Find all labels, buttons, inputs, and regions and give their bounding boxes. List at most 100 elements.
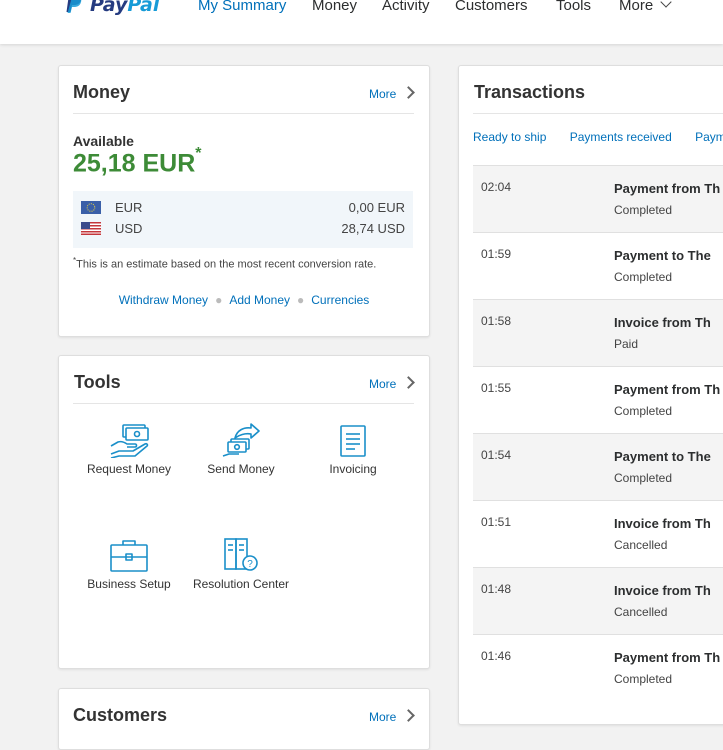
transaction-row[interactable]: 01:58 Invoice from Th Paid bbox=[473, 299, 723, 366]
transaction-time: 01:48 bbox=[481, 582, 512, 596]
transaction-row[interactable]: 01:55 Payment from Th Completed bbox=[473, 366, 723, 433]
transaction-status: Completed bbox=[614, 672, 673, 686]
money-card: Money More Available 25,18 EUR* EUR 0,00… bbox=[58, 65, 430, 337]
currency-row-eur: EUR 0,00 EUR bbox=[73, 198, 413, 218]
money-more-link[interactable]: More bbox=[369, 86, 416, 101]
nav-tools[interactable]: Tools bbox=[556, 0, 591, 14]
chevron-down-icon bbox=[660, 0, 672, 8]
briefcase-icon bbox=[110, 540, 148, 572]
chevron-right-icon bbox=[402, 376, 416, 389]
transaction-title: Payment from Th bbox=[614, 382, 721, 397]
currency-breakdown: EUR 0,00 EUR USD 28,74 USD bbox=[73, 191, 413, 248]
balance-asterisk: * bbox=[195, 145, 202, 162]
tool-business-setup[interactable]: Business Setup bbox=[73, 537, 185, 591]
customers-more-label: More bbox=[369, 710, 397, 724]
transaction-status: Cancelled bbox=[614, 538, 668, 552]
currency-value: 28,74 USD bbox=[341, 221, 405, 236]
tool-label: Resolution Center bbox=[192, 577, 290, 591]
tab-ready-to-ship[interactable]: Ready to ship bbox=[473, 130, 546, 144]
svg-text:?: ? bbox=[247, 559, 253, 570]
chevron-right-icon bbox=[402, 86, 416, 99]
withdraw-money-link[interactable]: Withdraw Money bbox=[119, 293, 208, 307]
transaction-title: Invoice from Th bbox=[614, 315, 711, 330]
transaction-row[interactable]: 02:04 Payment from Th Completed bbox=[473, 165, 723, 232]
transaction-status: Completed bbox=[614, 404, 673, 418]
divider bbox=[73, 113, 414, 114]
conversion-note-text: This is an estimate based on the most re… bbox=[76, 258, 377, 271]
transaction-row[interactable]: 01:54 Payment to The Completed bbox=[473, 433, 723, 500]
eu-flag-icon bbox=[81, 201, 101, 214]
invoice-icon bbox=[340, 425, 366, 457]
paypal-p-icon bbox=[66, 0, 84, 19]
transaction-title: Invoice from Th bbox=[614, 516, 711, 531]
transaction-title: Payment from Th bbox=[614, 650, 721, 665]
tool-request-money[interactable]: Request Money bbox=[73, 422, 185, 476]
tool-label: Invoicing bbox=[329, 462, 377, 476]
separator-dot: ● bbox=[297, 293, 305, 307]
transaction-status: Completed bbox=[614, 471, 673, 485]
nav-more[interactable]: More bbox=[619, 0, 672, 14]
nav-money[interactable]: Money bbox=[312, 0, 357, 14]
transaction-time: 01:58 bbox=[481, 314, 512, 328]
tool-send-money[interactable]: Send Money bbox=[185, 422, 297, 476]
paypal-wordmark: PayPal bbox=[90, 0, 159, 18]
transaction-time: 02:04 bbox=[481, 180, 512, 194]
transaction-title: Payment to The bbox=[614, 449, 711, 464]
logo-pal: Pal bbox=[127, 0, 160, 16]
send-money-icon bbox=[222, 423, 260, 457]
tools-more-label: More bbox=[369, 377, 397, 391]
add-money-link[interactable]: Add Money bbox=[229, 293, 290, 307]
money-card-title: Money bbox=[73, 82, 131, 102]
tool-label: Business Setup bbox=[87, 577, 171, 591]
currency-code: EUR bbox=[115, 200, 143, 215]
transaction-title: Payment to The bbox=[614, 248, 711, 263]
tool-label: Request Money bbox=[86, 462, 172, 476]
transaction-time: 01:51 bbox=[481, 515, 512, 529]
available-balance: 25,18 EUR* bbox=[73, 145, 202, 178]
transaction-status: Paid bbox=[614, 337, 639, 351]
transaction-status: Completed bbox=[614, 270, 673, 284]
tab-payments-received[interactable]: Payments received bbox=[570, 130, 672, 144]
transaction-status: Completed bbox=[614, 203, 673, 217]
nav-activity[interactable]: Activity bbox=[382, 0, 430, 14]
transaction-filter-tabs: Ready to ship Payments received Paym bbox=[473, 130, 723, 144]
money-more-label: More bbox=[369, 87, 397, 101]
tool-label: Send Money bbox=[207, 462, 275, 476]
request-money-icon bbox=[110, 424, 149, 458]
tools-more-link[interactable]: More bbox=[369, 376, 416, 391]
available-label: Available bbox=[73, 133, 134, 149]
top-navigation-bar: PayPal My Summary Money Activity Custome… bbox=[0, 0, 723, 44]
currency-row-usd: USD 28,74 USD bbox=[73, 219, 413, 239]
transaction-row[interactable]: 01:59 Payment to The Completed bbox=[473, 232, 723, 299]
customers-card: Customers More bbox=[58, 688, 430, 750]
nav-more-label: More bbox=[619, 0, 654, 14]
currency-code: USD bbox=[115, 221, 143, 236]
transaction-row[interactable]: 01:48 Invoice from Th Cancelled bbox=[473, 567, 723, 634]
tool-invoicing[interactable]: Invoicing bbox=[297, 422, 409, 476]
paypal-logo[interactable]: PayPal bbox=[66, 0, 159, 18]
currency-value: 0,00 EUR bbox=[348, 200, 405, 215]
nav-customers[interactable]: Customers bbox=[455, 0, 528, 14]
transaction-time: 01:46 bbox=[481, 649, 512, 663]
transaction-row[interactable]: 01:51 Invoice from Th Cancelled bbox=[473, 500, 723, 567]
divider bbox=[473, 113, 723, 114]
customers-card-title: Customers bbox=[73, 705, 168, 725]
transaction-time: 01:59 bbox=[481, 247, 512, 261]
customers-more-link[interactable]: More bbox=[369, 709, 416, 724]
tools-card: Tools More Request Money Send Money Invo… bbox=[58, 355, 430, 669]
transaction-row[interactable]: 01:46 Payment from Th Completed bbox=[473, 634, 723, 701]
transaction-title: Payment from Th bbox=[614, 181, 721, 196]
transactions-card: Transactions Ready to ship Payments rece… bbox=[458, 65, 723, 725]
nav-my-summary[interactable]: My Summary bbox=[198, 0, 286, 14]
separator-dot: ● bbox=[215, 293, 223, 307]
chevron-right-icon bbox=[402, 709, 416, 722]
conversion-note: *This is an estimate based on the most r… bbox=[73, 256, 376, 271]
currencies-link[interactable]: Currencies bbox=[311, 293, 369, 307]
tools-card-title: Tools bbox=[74, 372, 121, 392]
transactions-card-title: Transactions bbox=[474, 82, 586, 102]
tab-payments[interactable]: Paym bbox=[695, 130, 723, 144]
transaction-time: 01:55 bbox=[481, 381, 512, 395]
tool-resolution-center[interactable]: ? Resolution Center bbox=[185, 537, 297, 591]
resolution-center-icon: ? bbox=[224, 538, 258, 571]
available-amount: 25,18 EUR bbox=[73, 149, 196, 178]
